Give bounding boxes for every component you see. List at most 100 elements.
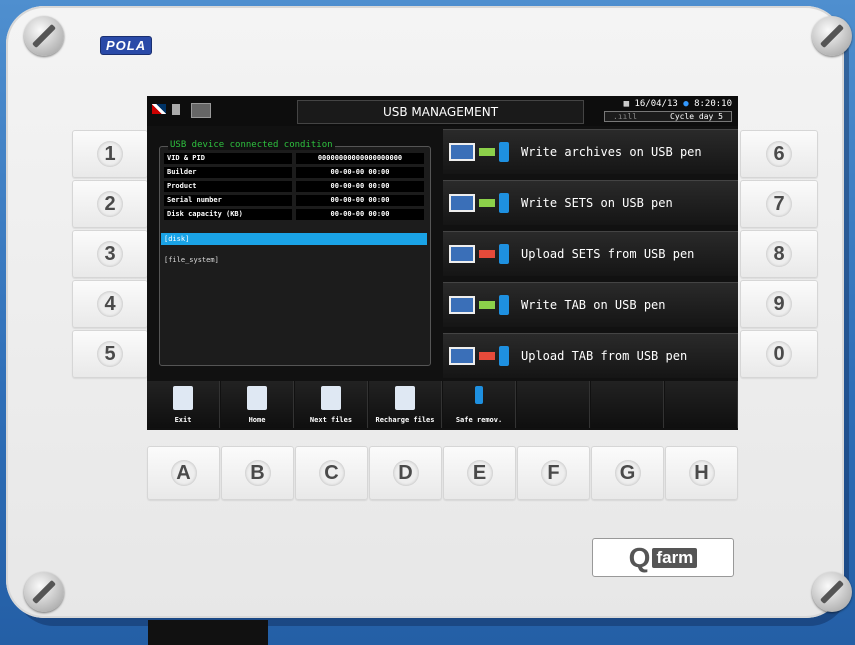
key-e[interactable]: E <box>443 446 516 500</box>
key-label: 8 <box>766 241 792 267</box>
row-value: 00000000000000000000 <box>296 153 424 164</box>
softkey-empty[interactable] <box>665 381 738 428</box>
key-1[interactable]: 1 <box>72 130 148 178</box>
usb-pen-icon <box>499 295 509 315</box>
key-label: E <box>466 460 493 486</box>
row-label: Builder <box>164 167 292 178</box>
action-label: Upload SETS from USB pen <box>521 247 695 261</box>
key-label: B <box>244 460 271 486</box>
key-9[interactable]: 9 <box>740 280 818 328</box>
softkey-empty[interactable] <box>591 381 664 428</box>
key-8[interactable]: 8 <box>740 230 818 278</box>
screw-icon <box>24 572 64 612</box>
softkey-safe-remove[interactable]: Safe remov. <box>443 381 516 428</box>
key-0[interactable]: 0 <box>740 330 818 378</box>
write-archives-button[interactable]: Write archives on USB pen <box>443 129 738 174</box>
key-label: 1 <box>97 141 123 167</box>
upload-tab-button[interactable]: Upload TAB from USB pen <box>443 333 738 378</box>
usb-icon <box>172 104 180 115</box>
write-tab-button[interactable]: Write TAB on USB pen <box>443 282 738 327</box>
row-value: 00-00-00 00:00 <box>296 195 424 206</box>
recharge-files-icon <box>395 386 415 410</box>
key-label: A <box>170 460 197 486</box>
key-2[interactable]: 2 <box>72 180 148 228</box>
monitor-icon <box>449 296 475 314</box>
arrow-left-icon <box>479 250 495 258</box>
key-label: 3 <box>97 241 123 267</box>
row-value: 00-00-00 00:00 <box>296 167 424 178</box>
brand-logo: POLA <box>100 36 153 55</box>
key-d[interactable]: D <box>369 446 442 500</box>
monitor-icon <box>449 347 475 365</box>
upload-sets-button[interactable]: Upload SETS from USB pen <box>443 231 738 276</box>
screw-icon <box>24 16 64 56</box>
key-label: G <box>614 460 641 486</box>
date-text: 16/04/13 <box>634 99 678 109</box>
softkey-exit[interactable]: Exit <box>147 381 220 428</box>
usb-pen-icon <box>499 244 509 264</box>
key-b[interactable]: B <box>221 446 294 500</box>
keyboard-icon <box>191 103 211 118</box>
action-label: Write archives on USB pen <box>521 145 702 159</box>
key-label: 5 <box>97 341 123 367</box>
key-h[interactable]: H <box>665 446 738 500</box>
key-f[interactable]: F <box>517 446 590 500</box>
file-system-label: [file_system] <box>164 256 219 264</box>
key-4[interactable]: 4 <box>72 280 148 328</box>
usb-pen-icon <box>499 193 509 213</box>
cycle-label: Cycle day 5 <box>670 112 723 121</box>
logo-q: Q <box>628 541 651 573</box>
softkey-home[interactable]: Home <box>221 381 294 428</box>
signal-icon: .ııll <box>613 112 638 121</box>
softkey-empty[interactable] <box>517 381 590 428</box>
mount-bracket <box>148 620 268 645</box>
qfarm-logo: Q farm <box>592 538 734 577</box>
next-files-icon <box>321 386 341 410</box>
monitor-icon <box>449 143 475 161</box>
key-a[interactable]: A <box>147 446 220 500</box>
info-row: Disk capacity (KB) 00-00-00 00:00 <box>164 209 424 220</box>
softkey-label: Next files <box>309 416 353 424</box>
info-row: Product 00-00-00 00:00 <box>164 181 424 192</box>
arrow-left-icon <box>479 352 495 360</box>
key-3[interactable]: 3 <box>72 230 148 278</box>
arrow-right-icon <box>479 301 495 309</box>
key-6[interactable]: 6 <box>740 130 818 178</box>
key-label: 4 <box>97 291 123 317</box>
display-screen: USB MANAGEMENT ▦ 16/04/13 ● 8:20:10 .ııl… <box>147 96 738 430</box>
key-label: 6 <box>766 141 792 167</box>
key-label: 2 <box>97 191 123 217</box>
uk-flag-icon <box>152 104 166 114</box>
softkey-label: Exit <box>174 416 192 424</box>
softkey-label: Home <box>248 416 266 424</box>
info-row: Builder 00-00-00 00:00 <box>164 167 424 178</box>
key-g[interactable]: G <box>591 446 664 500</box>
action-label: Upload TAB from USB pen <box>521 349 688 363</box>
write-sets-button[interactable]: Write SETS on USB pen <box>443 180 738 225</box>
key-label: 9 <box>766 291 792 317</box>
row-value: 00-00-00 00:00 <box>296 209 424 220</box>
softkey-next-files[interactable]: Next files <box>295 381 368 428</box>
monitor-icon <box>449 194 475 212</box>
softkey-recharge-files[interactable]: Recharge files <box>369 381 442 428</box>
usb-pen-icon <box>499 346 509 366</box>
info-row: VID & PID 00000000000000000000 <box>164 153 424 164</box>
key-label: 7 <box>766 191 792 217</box>
key-label: C <box>318 460 345 486</box>
row-label: VID & PID <box>164 153 292 164</box>
arrow-right-icon <box>479 199 495 207</box>
key-7[interactable]: 7 <box>740 180 818 228</box>
key-5[interactable]: 5 <box>72 330 148 378</box>
cycle-badge: .ııll Cycle day 5 <box>604 111 732 122</box>
key-c[interactable]: C <box>295 446 368 500</box>
usb-pen-icon <box>499 142 509 162</box>
arrow-right-icon <box>479 148 495 156</box>
row-value: 00-00-00 00:00 <box>296 181 424 192</box>
screen-topbar: USB MANAGEMENT ▦ 16/04/13 ● 8:20:10 .ııl… <box>147 96 738 126</box>
logo-farm: farm <box>652 547 698 568</box>
softkey-bar: Exit Home Next files Recharge files Safe… <box>147 381 738 430</box>
row-label: Product <box>164 181 292 192</box>
key-label: H <box>688 460 715 486</box>
disk-list-item[interactable]: [disk] <box>161 233 427 245</box>
row-label: Disk capacity (KB) <box>164 209 292 220</box>
